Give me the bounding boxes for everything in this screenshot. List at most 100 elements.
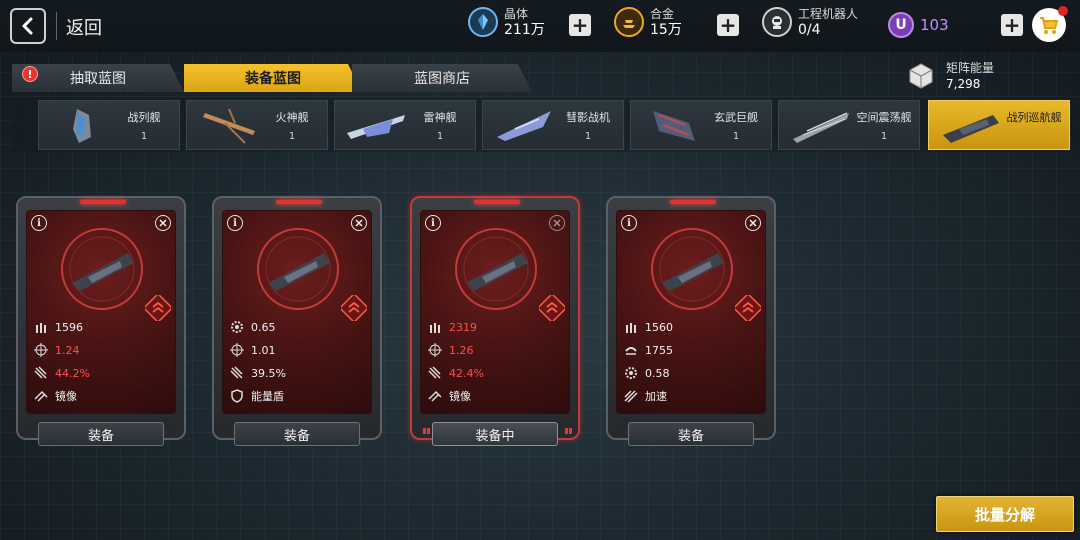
stat-row: 镜像 [427,388,471,404]
category-vulcan[interactable]: 火神舰 1 [186,100,328,150]
close-icon[interactable] [351,215,367,231]
stat-value: 镜像 [449,390,471,403]
category-battlecruiser[interactable]: 战列巡航舰 [928,100,1070,150]
equipped-button[interactable]: 装备中 [432,422,558,446]
chevron-left-icon [22,17,33,35]
stat-row: 0.65 [229,319,276,335]
category-count: 1 [140,131,148,142]
stat-row: 44.2% [33,365,90,381]
back-label[interactable]: 返回 [66,14,102,40]
stat-row: 1.24 [33,342,80,358]
category-comet-fighter[interactable]: 彗影战机 1 [482,100,624,150]
stat-value: 42.4% [449,366,484,380]
blueprint-card-equipped[interactable]: i 2319 1.26 42.4% 镜像 装备中 [410,196,580,446]
stat-value: 能量盾 [251,390,284,403]
tab-draw-blueprint[interactable]: 抽取蓝图 [12,64,184,92]
stat-value: 0.58 [645,366,670,380]
stat-row: 39.5% [229,365,286,381]
blueprint-card[interactable]: i 1560 1755 0.58 加速 装备 [606,196,776,446]
stat-value: 2319 [449,320,477,334]
category-count: 1 [436,131,444,142]
category-name: 战列舰 [127,111,161,124]
crosshair-icon [33,342,49,358]
blueprint-card[interactable]: i 1596 1.24 44.2% 镜像 装备 [16,196,186,446]
crystal-label: 晶体 [504,7,529,21]
blueprint-card[interactable]: i 0.65 1.01 39.5% 能量盾 装备 [212,196,382,446]
equip-label: 装备 [87,428,114,444]
close-icon[interactable] [155,215,171,231]
card-glow [474,200,520,204]
comet-fighter-icon [497,111,551,141]
alloy-label: 合金 [650,7,675,21]
stat-value: 1755 [645,343,673,357]
cart-icon [1040,17,1059,34]
category-name: 空间震荡舰 [856,111,912,124]
mirror-icon [427,388,443,404]
vulcan-ship-icon [203,108,255,144]
category-count: 1 [880,131,888,142]
category-name: 战列巡航舰 [1006,111,1062,124]
card-glow [276,200,322,204]
card-glow [670,200,716,204]
equip-label: 装备 [283,428,310,444]
add-crystal-button[interactable]: + [569,14,591,36]
stat-value: 加速 [645,390,667,403]
category-battleship[interactable]: 战列舰 1 [38,100,180,150]
stat-value: 1.26 [449,343,474,357]
stat-value: 1.01 [251,343,276,357]
stat-value: 镜像 [55,390,77,403]
tab-equip-blueprint[interactable]: 装备蓝图 [184,64,362,92]
equip-button[interactable]: 装备 [234,422,360,446]
rank-chevron-icon [341,295,367,321]
card-body: i 1560 1755 0.58 加速 [616,210,766,414]
category-count: 1 [732,131,740,142]
alloy-value: 15万 [650,22,682,38]
premium-currency-icon: U [888,12,914,38]
equip-label: 装备 [677,428,704,444]
equipped-marker-icon [565,428,572,434]
category-name: 玄武巨舰 [714,111,758,124]
info-icon[interactable]: i [31,215,47,231]
battlecruiser-ship-icon [257,228,339,310]
category-count: 1 [584,131,592,142]
equip-button[interactable]: 装备 [38,422,164,446]
resource-premium: U 103 [888,12,949,38]
add-premium-button[interactable]: + [1001,14,1023,36]
matrix-label: 矩阵能量 [946,61,995,75]
card-body: i 2319 1.26 42.4% 镜像 [420,210,570,414]
alert-icon: ! [22,66,38,82]
category-space-shock[interactable]: 空间震荡舰 1 [778,100,920,150]
category-xuanwu-giant[interactable]: 玄武巨舰 1 [630,100,772,150]
ammo-icon [623,319,639,335]
stat-row: 1596 [33,319,83,335]
card-body: i 0.65 1.01 39.5% 能量盾 [222,210,372,414]
shop-cart-button[interactable] [1032,6,1068,42]
info-icon[interactable]: i [227,215,243,231]
gear-icon [623,365,639,381]
resource-crystal: 晶体 211万 [468,6,545,38]
category-name: 火神舰 [275,111,309,124]
stat-value: 1560 [645,320,673,334]
add-alloy-button[interactable]: + [717,14,739,36]
close-icon [549,215,565,231]
info-icon[interactable]: i [425,215,441,231]
close-icon[interactable] [745,215,761,231]
robot-label: 工程机器人 [798,7,859,21]
category-thor[interactable]: 雷神舰 1 [334,100,476,150]
matrix-value: 7,298 [946,77,981,91]
equipped-marker-icon [423,428,430,434]
category-count: 1 [288,131,296,142]
rank-chevron-icon [145,295,171,321]
back-button[interactable] [10,8,46,44]
gear-icon [229,319,245,335]
batch-dismantle-button[interactable]: 批量分解 [936,496,1074,532]
shield-icon [229,388,245,404]
top-bar: 返回 晶体 211万 + 合金 15万 + 工程机器人 0/4 U 103 + [0,0,1080,52]
mirror-icon [33,388,49,404]
tab-blueprint-shop[interactable]: 蓝图商店 [352,64,532,92]
info-icon[interactable]: i [621,215,637,231]
thor-ship-icon [347,115,405,139]
stat-row: 1755 [623,342,673,358]
equip-button[interactable]: 装备 [628,422,754,446]
notification-dot [1058,6,1068,16]
